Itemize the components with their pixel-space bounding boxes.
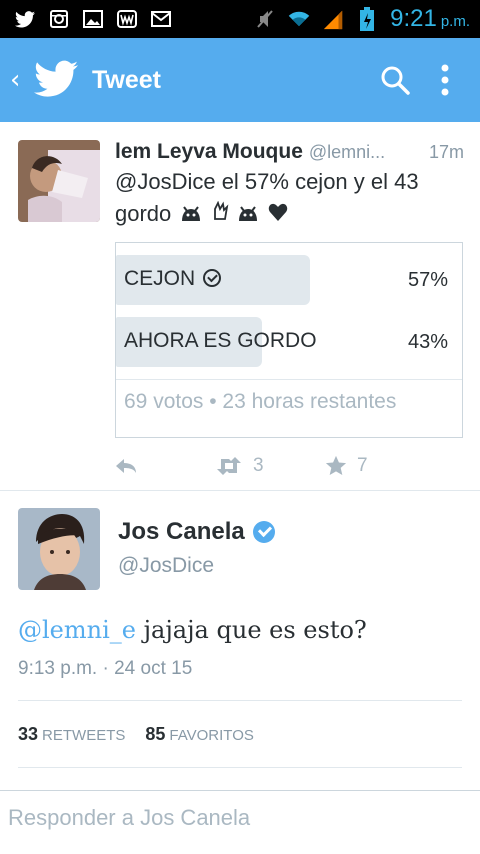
retweets-stat[interactable]: 33 RETWEETS [18,724,125,745]
android-emoji-icon [239,206,258,221]
verified-badge-icon [252,521,275,543]
back-chevron-icon[interactable]: ‹ [10,65,28,95]
battery-icon [356,7,378,31]
poll-option-percent: 57% [407,269,448,291]
tweet-timestamp: 9:13 p.m. · 24 oct 15 [18,658,193,679]
status-clock: 9:21 p.m. [390,5,470,32]
heart-emoji-icon [269,203,288,221]
reply-icon [116,459,136,473]
poll-footer: 69 votos • 23 horas restantes [116,379,462,424]
tweet-text: @JosDice el 57% cejon y el 43 gordo [115,169,419,226]
wifi-icon [288,9,310,29]
avatar[interactable] [18,508,100,590]
overflow-menu-icon[interactable] [420,55,470,105]
poll-option: AHORA ES GORDO 43% [116,317,462,367]
poll: CEJON 57% AHORA ES GORDO 43% 69 votos • … [115,242,463,438]
poll-option-percent: 43% [407,331,448,353]
reply-button[interactable] [115,458,215,474]
page-title: Tweet [92,65,161,94]
ok-hand-emoji-icon [213,200,229,220]
star-icon [325,455,347,475]
mute-icon [254,9,276,29]
retweet-button[interactable]: 3 [215,455,325,477]
poll-option-label: AHORA ES GORDO [124,329,317,352]
instagram-notification-icon [48,9,70,29]
emoji-sequence [171,200,288,225]
author-handle[interactable]: @lemni... [309,142,385,163]
author-handle[interactable]: @JosDice [118,554,275,578]
w-app-notification-icon [116,9,138,29]
tweet-stats: 33 RETWEETS 85 FAVORITOS [18,700,462,768]
favorite-button[interactable]: 7 [325,455,368,477]
app-bar: ‹ Tweet [0,38,480,122]
gmail-notification-icon [150,9,172,29]
twitter-bird-icon[interactable] [34,60,78,100]
main-tweet: Jos Canela @JosDice @lemni_e jajaja que … [0,491,480,768]
favorites-stat[interactable]: 85 FAVORITOS [145,724,254,745]
poll-option: CEJON 57% [116,255,462,305]
tweet-time: 17m [428,142,464,162]
mention-link[interactable]: @lemni_e [18,616,136,644]
retweet-icon [217,457,241,475]
tweet-actions: 3 7 [115,438,464,494]
reply-input[interactable]: Responder a Jos Canela [0,790,480,854]
signal-icon [322,9,344,30]
author-name[interactable]: Jos Canela [118,518,245,546]
gallery-notification-icon [82,9,104,29]
tweet-text: @lemni_e jajaja que es esto? [18,616,367,644]
author-name[interactable]: lem Leyva Mouque [115,140,303,164]
status-bar: 9:21 p.m. [0,0,480,38]
quoted-tweet[interactable]: lem Leyva Mouque @lemni... 17m @JosDice … [0,122,480,491]
avatar[interactable] [18,140,100,222]
android-emoji-icon [182,206,201,221]
retweet-count: 3 [253,455,264,476]
winner-check-icon [203,269,222,287]
favorite-count: 7 [357,455,368,476]
twitter-notification-icon [14,9,36,29]
search-icon[interactable] [370,55,420,105]
poll-option-label: CEJON [124,267,196,290]
